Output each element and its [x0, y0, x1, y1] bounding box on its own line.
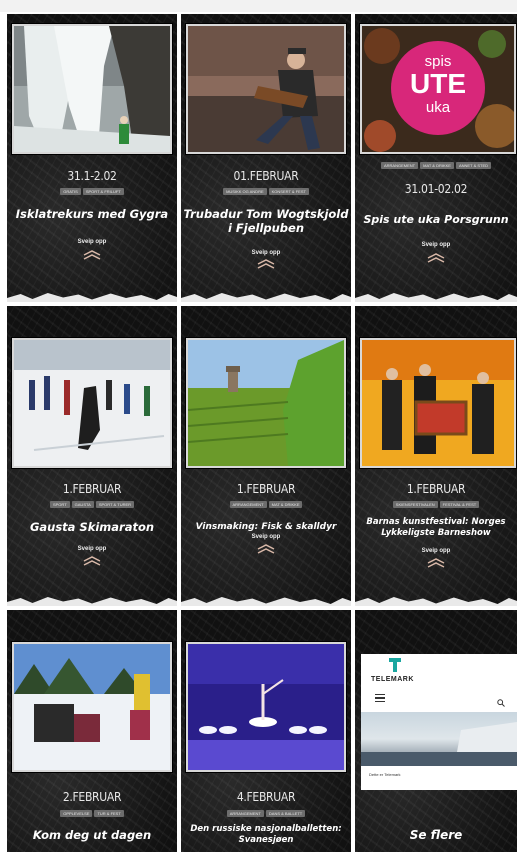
vineyard-photo [186, 338, 346, 468]
swipe-up-label[interactable]: Sveip opp [181, 250, 351, 256]
ice-climbing-photo [12, 24, 172, 154]
spis-logo-line: UTE [410, 68, 466, 99]
tag: SPORT & FRILUFT [82, 188, 124, 195]
swipe-up-label[interactable]: Sveip opp [7, 239, 177, 245]
event-date: 4.FEBRUAR [236, 790, 296, 804]
event-title: Kom deg ut dagen [32, 828, 152, 842]
event-title: Vinsmaking: Fisk & skalldyr [195, 522, 337, 532]
event-date: 31.01-02.02 [404, 182, 468, 196]
see-more-card[interactable]: TELEMARK Dette er Telemark Se flere [355, 610, 517, 852]
event-title: Spis ute uka Porsgrunn [363, 213, 509, 226]
event-date: 1.FEBRUAR [62, 482, 122, 496]
tag: ARRANGEMENT [229, 501, 267, 508]
event-title: Barnas kunstfestival: Norges Lykkeligste… [366, 517, 506, 538]
event-date: 1.FEBRUAR [406, 482, 466, 496]
telemark-logo-icon [389, 658, 401, 672]
swipe-up-label[interactable]: Sveip opp [355, 548, 517, 554]
telemark-brand: TELEMARK [371, 676, 414, 683]
ballet-photo [186, 642, 346, 772]
tag: GRATIS [60, 188, 81, 195]
event-card[interactable]: 1.FEBRUAR ARRANGEMENT MAT & DRIKKE Vinsma… [181, 306, 351, 606]
event-card[interactable]: spis UTE uka ARRANGEMENT MAT & DRIKKE ANNE… [355, 14, 517, 302]
tag-list: GRATIS SPORT & FRILUFT [7, 188, 177, 195]
torn-paper-edge [7, 293, 177, 302]
event-card[interactable]: 31.1-2.02 GRATIS SPORT & FRILUFT Isklatre… [7, 14, 177, 302]
tag: TUR & FEST [94, 810, 124, 817]
event-card[interactable]: 4.FEBRUAR ARRANGEMENT DANS & BALLETT Den … [181, 610, 351, 852]
tag: ARRANGEMENT [380, 162, 419, 169]
event-card[interactable]: 01.FEBRUAR MUSIKK OG ANDRE KONSERT & FEST… [181, 14, 351, 302]
menu-icon[interactable] [375, 694, 385, 702]
event-title: Trubadur Tom Wogtskjold i Fjellpuben [183, 207, 349, 235]
torn-paper-edge [355, 293, 517, 302]
tag-list: MUSIKK OG ANDRE KONSERT & FEST [181, 188, 351, 195]
telemark-site-preview[interactable]: TELEMARK Dette er Telemark [361, 654, 517, 790]
tag: SKIENSFESTIVALEN [392, 501, 438, 508]
swipe-up-label[interactable]: Sveip opp [7, 546, 177, 552]
performers-photo [360, 338, 516, 468]
event-date: 1.FEBRUAR [236, 482, 296, 496]
event-title: Gausta Skimaraton [29, 520, 155, 534]
torn-paper-edge [355, 597, 517, 606]
tag: MAT & DRIKKE [420, 162, 454, 169]
tag-list: SKIENSFESTIVALEN FESTIVAL & FEST [355, 501, 517, 508]
chevron-up-icon[interactable] [82, 556, 102, 566]
tag-list: ARRANGEMENT MAT & DRIKKE ANNET & STED [355, 162, 517, 169]
event-title: Isklatrekurs med Gygra [15, 207, 169, 221]
tag: DANS & BALLETT [265, 810, 306, 817]
ski-race-photo [12, 338, 172, 468]
see-more-label[interactable]: Se flere [357, 828, 515, 842]
tag: KONSERT & FEST [268, 188, 309, 195]
event-card[interactable]: 1.FEBRUAR SKIENSFESTIVALEN FESTIVAL & FES… [355, 306, 517, 606]
tag: SPORT & TURER [95, 501, 135, 508]
swipe-up-label[interactable]: Sveip opp [355, 242, 517, 248]
tag-list: OPPLEVELSE TUR & FEST [7, 810, 177, 817]
chevron-up-icon[interactable] [426, 558, 446, 568]
tag: MAT & DRIKKE [268, 501, 303, 508]
spis-ute-uka-logo: spis UTE uka [360, 24, 516, 154]
tag: SPORT [49, 501, 70, 508]
spis-logo-line: spis [424, 53, 452, 70]
chevron-up-icon[interactable] [82, 250, 102, 260]
torn-paper-edge [7, 597, 177, 606]
torn-paper-edge [181, 293, 351, 302]
tag: GAUSTA [71, 501, 94, 508]
event-grid: 31.1-2.02 GRATIS SPORT & FRILUFT Isklatre… [7, 14, 517, 852]
torn-paper-edge [181, 597, 351, 606]
tag-list: ARRANGEMENT MAT & DRIKKE [181, 501, 351, 508]
event-date: 2.FEBRUAR [62, 790, 122, 804]
spis-logo-line: uka [425, 99, 451, 116]
tag-list: SPORT GAUSTA SPORT & TURER [7, 501, 177, 508]
hero-photo [361, 712, 517, 766]
event-date: 01.FEBRUAR [233, 169, 299, 183]
tag-list: ARRANGEMENT DANS & BALLETT [181, 810, 351, 817]
chevron-up-icon[interactable] [426, 253, 446, 263]
chevron-up-icon[interactable] [256, 259, 276, 269]
tag: MUSIKK OG ANDRE [223, 188, 267, 195]
hero-caption: Dette er Telemark [369, 772, 401, 777]
tag: FESTIVAL & FEST [439, 501, 480, 508]
tag: ANNET & STED [455, 162, 492, 169]
tag: OPPLEVELSE [60, 810, 93, 817]
event-card[interactable]: 2.FEBRUAR OPPLEVELSE TUR & FEST Kom deg u… [7, 610, 177, 852]
guitarist-photo [186, 24, 346, 154]
search-icon[interactable] [497, 694, 505, 707]
top-status-strip [0, 0, 517, 12]
event-card[interactable]: 1.FEBRUAR SPORT GAUSTA SPORT & TURER Gaust… [7, 306, 177, 606]
chevron-up-icon[interactable] [256, 544, 276, 554]
event-title: Den russiske nasjonalballetten: Svanesjø… [190, 824, 342, 845]
tag: ARRANGEMENT [226, 810, 264, 817]
event-date: 31.1-2.02 [67, 169, 117, 183]
winter-family-photo [12, 642, 172, 772]
swipe-up-label[interactable]: Sveip opp [181, 534, 351, 540]
